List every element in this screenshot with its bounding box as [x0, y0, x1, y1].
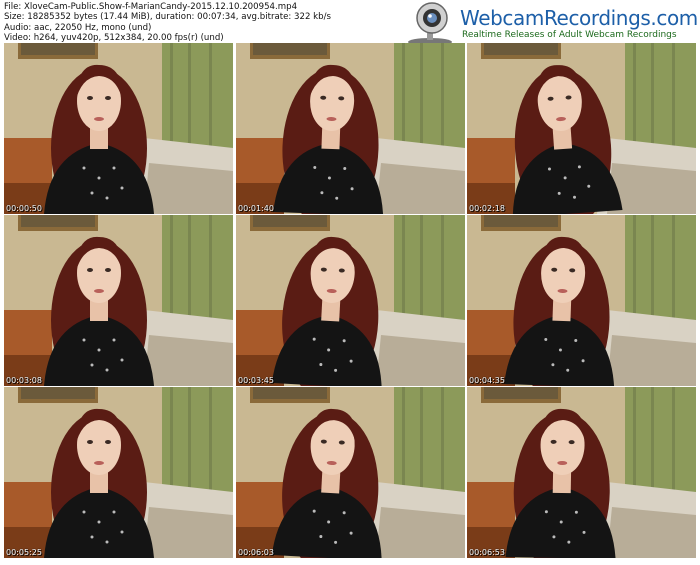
video-frame	[467, 215, 696, 386]
file-info-name: File: XloveCam-Public.Show-f-MarianCandy…	[4, 2, 298, 12]
video-frame	[236, 215, 465, 386]
video-thumbnail: 00:06:03	[236, 387, 465, 558]
thumbnail-timestamp: 00:00:50	[6, 204, 42, 213]
file-info: File: XloveCam-Public.Show-f-MarianCandy…	[4, 2, 331, 44]
logo-subtitle: Realtime Releases of Adult Webcam Record…	[462, 30, 677, 40]
video-thumbnail: 00:02:18	[467, 43, 696, 214]
file-info-size: Size: 18285352 bytes (17.44 MiB), durati…	[4, 12, 331, 23]
video-frame	[4, 215, 233, 386]
thumbnail-timestamp: 00:03:08	[6, 376, 42, 385]
video-frame	[4, 43, 233, 214]
site-logo: WebcamRecordings.com Realtime Releases o…	[400, 0, 700, 46]
video-frame	[467, 43, 696, 214]
video-frame	[4, 387, 233, 558]
thumbnail-timestamp: 00:03:45	[238, 376, 274, 385]
video-thumbnail: 00:04:35	[467, 215, 696, 386]
video-thumbnail: 00:01:40	[236, 43, 465, 214]
thumbnail-timestamp: 00:05:25	[6, 548, 42, 557]
thumbnail-timestamp: 00:04:35	[469, 376, 505, 385]
video-thumbnail: 00:00:50	[4, 43, 233, 214]
video-frame	[236, 387, 465, 558]
file-info-audio: Audio: aac, 22050 Hz, mono (und)	[4, 22, 152, 33]
webcam-icon	[408, 2, 452, 46]
video-thumbnail: 00:03:08	[4, 215, 233, 386]
video-thumbnail: 00:03:45	[236, 215, 465, 386]
thumbnail-timestamp: 00:06:53	[469, 548, 505, 557]
video-thumbnail: 00:05:25	[4, 387, 233, 558]
thumbnail-timestamp: 00:02:18	[469, 204, 505, 213]
thumbnail-timestamp: 00:06:03	[238, 548, 274, 557]
video-frame	[467, 387, 696, 558]
file-info-video: Video: h264, yuv420p, 512x384, 20.00 fps…	[4, 33, 224, 44]
thumbnail-timestamp: 00:01:40	[238, 204, 274, 213]
video-thumbnail: 00:06:53	[467, 387, 696, 558]
logo-title: WebcamRecordings.com	[460, 6, 698, 30]
video-frame	[236, 43, 465, 214]
